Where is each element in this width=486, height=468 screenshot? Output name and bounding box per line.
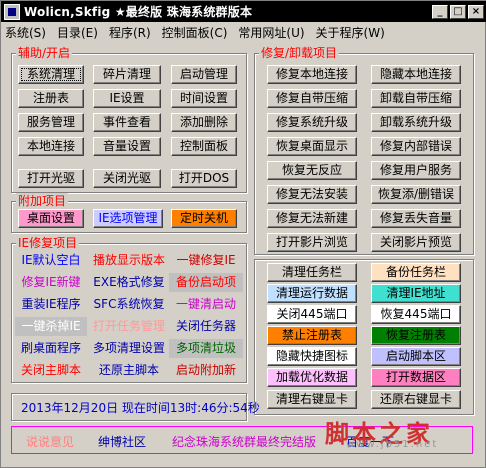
- fix-ie-newkey-button[interactable]: 修复IE新键: [15, 273, 87, 292]
- watermark-url: www.jb51.net: [346, 439, 439, 450]
- fix-lost-volume-button[interactable]: 修复丢失音量: [371, 209, 461, 228]
- fix-internal-error-button[interactable]: 修复内部错误: [371, 137, 461, 156]
- ie-repair-group-label: IE修复项目: [16, 235, 80, 251]
- hide-shortcut-icons-button[interactable]: 隐藏快捷图标: [267, 347, 357, 366]
- startup-manager-button[interactable]: 启动管理: [171, 65, 237, 84]
- community-link[interactable]: 绅博社区: [98, 433, 146, 450]
- extra-group-label: 附加项目: [16, 193, 69, 209]
- registry-button[interactable]: 注册表: [18, 89, 84, 108]
- desktop-settings-button[interactable]: 桌面设置: [18, 209, 84, 228]
- close-cdrom-button[interactable]: 关闭光驱: [93, 169, 161, 188]
- defrag-button[interactable]: 碎片清理: [93, 65, 161, 84]
- open-dos-button[interactable]: 打开DOS: [171, 169, 237, 188]
- restore-main-script-button[interactable]: 还原主脚本: [91, 361, 167, 380]
- time-settings-button[interactable]: 时间设置: [171, 89, 237, 108]
- hide-local-connection-button[interactable]: 隐藏本地连接: [371, 65, 461, 84]
- restore-port-445-button[interactable]: 恢复445端口: [371, 305, 461, 324]
- one-click-clean-startup-button[interactable]: 一键清启动: [169, 295, 243, 314]
- one-click-fix-ie-button[interactable]: 一键修复IE: [169, 251, 243, 270]
- menu-directory[interactable]: 目录(E): [57, 24, 98, 41]
- multi-clean-settings-button[interactable]: 多项清理设置: [91, 339, 167, 358]
- repair-group-label: 修复/卸载项目: [259, 45, 340, 61]
- volume-settings-button[interactable]: 音量设置: [93, 137, 161, 156]
- ie-default-blank-button[interactable]: IE默认空白: [15, 251, 87, 270]
- ie-settings-button[interactable]: IE设置: [93, 89, 161, 108]
- restore-registry-button[interactable]: 恢复注册表: [371, 326, 461, 345]
- uninstall-builtin-zip-button[interactable]: 卸载自带压缩: [371, 89, 461, 108]
- menu-bar: 系统(S) 目录(E) 程序(R) 控制面板(C) 常用网址(U) 关于程序(W…: [1, 22, 486, 42]
- scheduled-shutdown-button[interactable]: 定时关机: [171, 209, 237, 228]
- maximize-button[interactable]: □: [450, 4, 466, 19]
- event-viewer-button[interactable]: 事件查看: [93, 113, 161, 132]
- local-connection-button[interactable]: 本地连接: [18, 137, 84, 156]
- open-data-area-button[interactable]: 打开数据区: [371, 368, 461, 387]
- assist-group-label: 辅助/开启: [16, 45, 73, 61]
- start-addon-button[interactable]: 启动附加新: [169, 361, 243, 380]
- backup-taskbar-button[interactable]: 备份任务栏: [371, 263, 461, 282]
- add-remove-button[interactable]: 添加删除: [171, 113, 237, 132]
- control-panel-button[interactable]: 控制面板: [171, 137, 237, 156]
- start-script-area-button[interactable]: 启动脚本区: [371, 347, 461, 366]
- minimize-button[interactable]: _: [432, 4, 448, 19]
- menu-about[interactable]: 关于程序(W): [316, 24, 385, 41]
- backup-startup-button[interactable]: 备份启动项: [169, 273, 243, 292]
- fix-user-service-button[interactable]: 修复用户服务: [371, 161, 461, 180]
- restore-add-remove-error-button[interactable]: 恢复添/删错误: [371, 185, 461, 204]
- open-task-manager-button[interactable]: 打开任务管理: [91, 317, 167, 336]
- fix-cannot-create-button[interactable]: 修复无法新建: [267, 209, 357, 228]
- kill-ie-button[interactable]: 一键杀掉IE: [15, 317, 87, 336]
- close-video-preview-button[interactable]: 关闭影片预览: [371, 233, 461, 252]
- refresh-desktop-button[interactable]: 刷桌面程序: [15, 339, 87, 358]
- ie-options-button[interactable]: IE选项管理: [93, 209, 163, 228]
- close-task-manager-button[interactable]: 关闭任务器: [169, 317, 243, 336]
- clean-taskbar-button[interactable]: 清理任务栏: [267, 263, 357, 282]
- window-title: Wolicn,Skfig ★最终版 珠海系统群版本: [24, 5, 253, 19]
- open-video-browse-button[interactable]: 打开影片浏览: [267, 233, 357, 252]
- clean-right-click-button[interactable]: 清理右键显卡: [267, 390, 357, 409]
- close-main-script-button[interactable]: 关闭主脚本: [15, 361, 87, 380]
- clean-run-data-button[interactable]: 清理运行数据: [267, 284, 357, 303]
- multi-clean-junk-button[interactable]: 多项清垃圾: [169, 339, 243, 358]
- sfc-restore-button[interactable]: SFC系统恢复: [91, 295, 167, 314]
- system-clean-button[interactable]: 系统清理: [18, 65, 84, 84]
- close-port-445-button[interactable]: 关闭445端口: [267, 305, 357, 324]
- feedback-link[interactable]: 说说意见: [26, 433, 74, 450]
- open-cdrom-button[interactable]: 打开光驱: [18, 169, 84, 188]
- uninstall-system-update-button[interactable]: 卸载系统升级: [371, 113, 461, 132]
- restore-desktop-display-button[interactable]: 恢复桌面显示: [267, 137, 357, 156]
- main-window: Wolicn,Skfig ★最终版 珠海系统群版本 _ □ × 系统(S) 目录…: [0, 0, 486, 468]
- menu-control-panel[interactable]: 控制面板(C): [162, 24, 228, 41]
- current-time-text: 2013年12月20日 现在时间13时:46分:54秒: [21, 401, 260, 415]
- fix-system-update-button[interactable]: 修复系统升级: [267, 113, 357, 132]
- fix-cannot-install-button[interactable]: 修复无法安装: [267, 185, 357, 204]
- menu-common-urls[interactable]: 常用网址(U): [238, 24, 304, 41]
- show-version-button[interactable]: 播放显示版本: [91, 251, 167, 270]
- close-button[interactable]: ×: [468, 4, 484, 19]
- app-icon[interactable]: [4, 3, 20, 20]
- reinstall-ie-button[interactable]: 重装IE程序: [15, 295, 87, 314]
- load-optimize-data-button[interactable]: 加载优化数据: [267, 368, 357, 387]
- menu-system[interactable]: 系统(S): [5, 24, 46, 41]
- clean-ie-address-button[interactable]: 清理IE地址: [371, 284, 461, 303]
- restore-right-click-button[interactable]: 还原右键显卡: [371, 390, 461, 409]
- exe-format-fix-button[interactable]: EXE格式修复: [91, 273, 167, 292]
- menu-program[interactable]: 程序(R): [109, 24, 151, 41]
- restore-unresponsive-button[interactable]: 恢复无反应: [267, 161, 357, 180]
- disable-registry-button[interactable]: 禁止注册表: [267, 326, 357, 345]
- memorial-text: 纪念珠海系统群最终完结版: [172, 435, 317, 449]
- fix-local-connection-button[interactable]: 修复本地连接: [267, 65, 357, 84]
- title-bar[interactable]: Wolicn,Skfig ★最终版 珠海系统群版本 _ □ ×: [1, 1, 486, 22]
- service-manager-button[interactable]: 服务管理: [18, 113, 84, 132]
- fix-builtin-zip-button[interactable]: 修复自带压缩: [267, 89, 357, 108]
